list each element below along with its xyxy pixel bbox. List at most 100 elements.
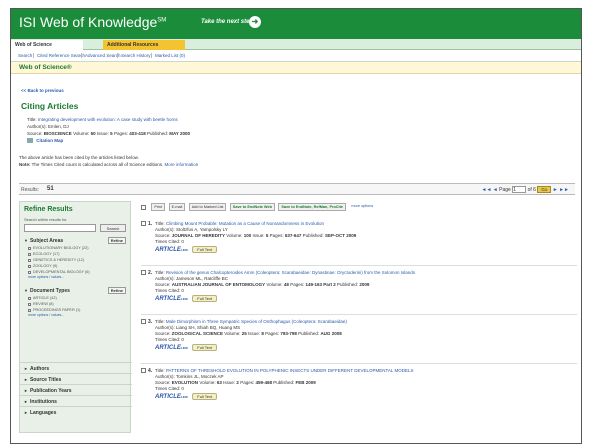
record-title-link[interactable]: Revision of the genus Chalcopteroides Am… (166, 270, 415, 275)
record-pages: 459-468 (255, 380, 272, 385)
checkbox[interactable] (28, 246, 31, 250)
refine-search-input[interactable] (24, 224, 96, 232)
add-to-marked-list-button[interactable]: Add to Marked List (188, 203, 227, 211)
record-title-link[interactable]: Male Dimorphism in Three Sympatric Speci… (166, 319, 347, 324)
facet-label: Languages (29, 410, 57, 416)
checkbox[interactable] (28, 258, 31, 262)
nav-search-history[interactable]: Search History (117, 53, 154, 58)
record-source: ZOOLOGICAL SCIENCE (171, 331, 223, 336)
article-link-logo[interactable]: ARTICLELINK (155, 394, 188, 400)
subject-areas-label: Subject Areas (29, 238, 64, 244)
checkbox[interactable] (28, 308, 31, 312)
record-times-cited: Times Cited: 0 (155, 239, 184, 244)
go-button[interactable]: Go (537, 186, 552, 193)
facet-source-titles[interactable]: ► Source Titles (20, 373, 132, 384)
results-bar: Results: 51 ◄◄ ◄ Page 1 of 6 Go ► ►► (19, 183, 575, 195)
doctype-option-label: ARTICLE (42) (33, 296, 57, 300)
record-pages: 793-798 (280, 331, 297, 336)
facet-authors[interactable]: ► Authors (20, 362, 132, 373)
record-index: 1. (148, 221, 153, 227)
checkbox[interactable] (28, 302, 31, 306)
next-page-icon[interactable]: ► ►► (553, 187, 569, 193)
nav-cited-reference-search[interactable]: Cited Reference Search (33, 53, 88, 58)
save-to-endnote-button[interactable]: Save to EndNote, RefMan, ProCite (278, 203, 346, 211)
document-types-refine-button[interactable]: Refine (107, 287, 126, 294)
record-divider (141, 363, 577, 364)
email-button[interactable]: E-mail (168, 203, 186, 211)
facet-publication-years[interactable]: ► Publication Years (20, 384, 132, 395)
record-published: AUG 2008 (320, 331, 342, 336)
arrow-right-icon[interactable]: ➜ (249, 16, 261, 28)
record-volume: 48 (283, 282, 289, 287)
citation-map-icon[interactable] (27, 138, 33, 144)
subject-option-label: ZOOLOGY (9) (33, 264, 58, 268)
tab-additional-resources[interactable]: Additional Resources (103, 40, 185, 50)
back-link[interactable]: << Back to previous (21, 88, 64, 93)
facet-label: Institutions (29, 399, 57, 405)
prev-page-icon[interactable]: ◄◄ ◄ (482, 187, 498, 193)
triangle-right-icon: ► (24, 410, 28, 415)
record-body: Title: Male Dimorphism in Three Sympatri… (155, 319, 575, 354)
save-to-endnote-web-button[interactable]: Save to EndNote Web (229, 203, 275, 211)
isi-logo[interactable]: ISI Web of KnowledgeSM (19, 14, 166, 30)
source-issue: 5 (110, 131, 113, 136)
facet-label: Source Titles (29, 377, 62, 383)
triangle-right-icon: ► (24, 399, 28, 404)
record-part: Part 2 (323, 282, 336, 287)
document-types-header[interactable]: ▼ Document Types Refine (24, 287, 128, 295)
article-logo-text: ARTICLE (155, 344, 181, 351)
citation-map-link[interactable]: Citation Map (36, 138, 63, 143)
full-text-button[interactable]: Full Text (192, 344, 218, 351)
record-published: 2009 (359, 282, 370, 287)
page-of-label: of 6 (527, 186, 536, 193)
record-published: SEP-OCT 2009 (324, 233, 357, 238)
more-options-link[interactable]: more options (349, 203, 375, 211)
doctype-option-label: REVIEW (8) (33, 302, 54, 306)
record-checkbox[interactable] (141, 221, 146, 227)
facet-languages[interactable]: ► Languages (20, 406, 132, 417)
article-link-logo[interactable]: ARTICLELINK (155, 296, 188, 302)
record-checkbox[interactable] (141, 368, 146, 374)
record-checkbox[interactable] (141, 319, 146, 325)
full-text-button[interactable]: Full Text (192, 295, 218, 302)
checkbox[interactable] (28, 296, 31, 300)
record-issue-label: Issue: (248, 331, 261, 336)
subject-areas-refine-button[interactable]: Refine (107, 237, 126, 244)
refine-search-button[interactable]: Search (100, 224, 126, 232)
record-title-link[interactable]: Climbing Mount Probable: Mutation as a C… (166, 221, 324, 226)
note-line-2: Note: The Times Cited count is calculate… (19, 162, 198, 167)
record-source: JOURNAL OF HEREDITY (171, 233, 225, 238)
record-checkbox[interactable] (141, 270, 146, 276)
facet-institutions[interactable]: ► Institutions (20, 395, 132, 406)
subject-option-label: DEVELOPMENTAL BIOLOGY (6) (33, 270, 90, 274)
tagline[interactable]: Take the next step (201, 19, 253, 25)
record-published-label: Published: (337, 282, 359, 287)
record-pages: 149-163 (305, 282, 322, 287)
full-text-button[interactable]: Full Text (192, 393, 218, 400)
checkbox[interactable] (28, 270, 31, 274)
record-title-label: Title: (155, 270, 165, 275)
source-title-link[interactable]: Integrating development with evolution: … (38, 117, 178, 122)
results-toolbar: Print E-mail Add to Marked List Save to … (141, 203, 377, 213)
record-body: Title: Climbing Mount Probable: Mutation… (155, 221, 575, 256)
subject-more-link[interactable]: more options / values... (24, 275, 128, 279)
article-link-logo[interactable]: ARTICLELINK (155, 345, 188, 351)
results-label: Results: (21, 187, 40, 193)
page-input[interactable]: 1 (512, 186, 527, 193)
record-title-link[interactable]: PATTERNS OF THRESHOLD EVOLUTION IN POLYP… (166, 368, 414, 373)
tab-web-of-science[interactable]: Web of Science (11, 40, 83, 50)
more-information-link[interactable]: More information (165, 162, 199, 167)
document-types-label: Document Types (29, 288, 70, 294)
full-text-button[interactable]: Full Text (192, 246, 218, 253)
triangle-right-icon: ► (24, 377, 28, 382)
subject-areas-header[interactable]: ▼ Subject Areas Refine (24, 237, 128, 245)
checkbox[interactable] (28, 264, 31, 268)
doctype-more-link[interactable]: more options / values... (24, 313, 128, 317)
print-button[interactable]: Print (151, 203, 166, 211)
record-links: ARTICLELINK Full Text (155, 246, 575, 256)
article-link-logo[interactable]: ARTICLELINK (155, 247, 188, 253)
checkbox[interactable] (28, 252, 31, 256)
select-all-checkbox[interactable] (141, 204, 146, 210)
triangle-down-icon: ▼ (24, 238, 28, 243)
nav-marked-list[interactable]: Marked List (0) (151, 53, 188, 58)
